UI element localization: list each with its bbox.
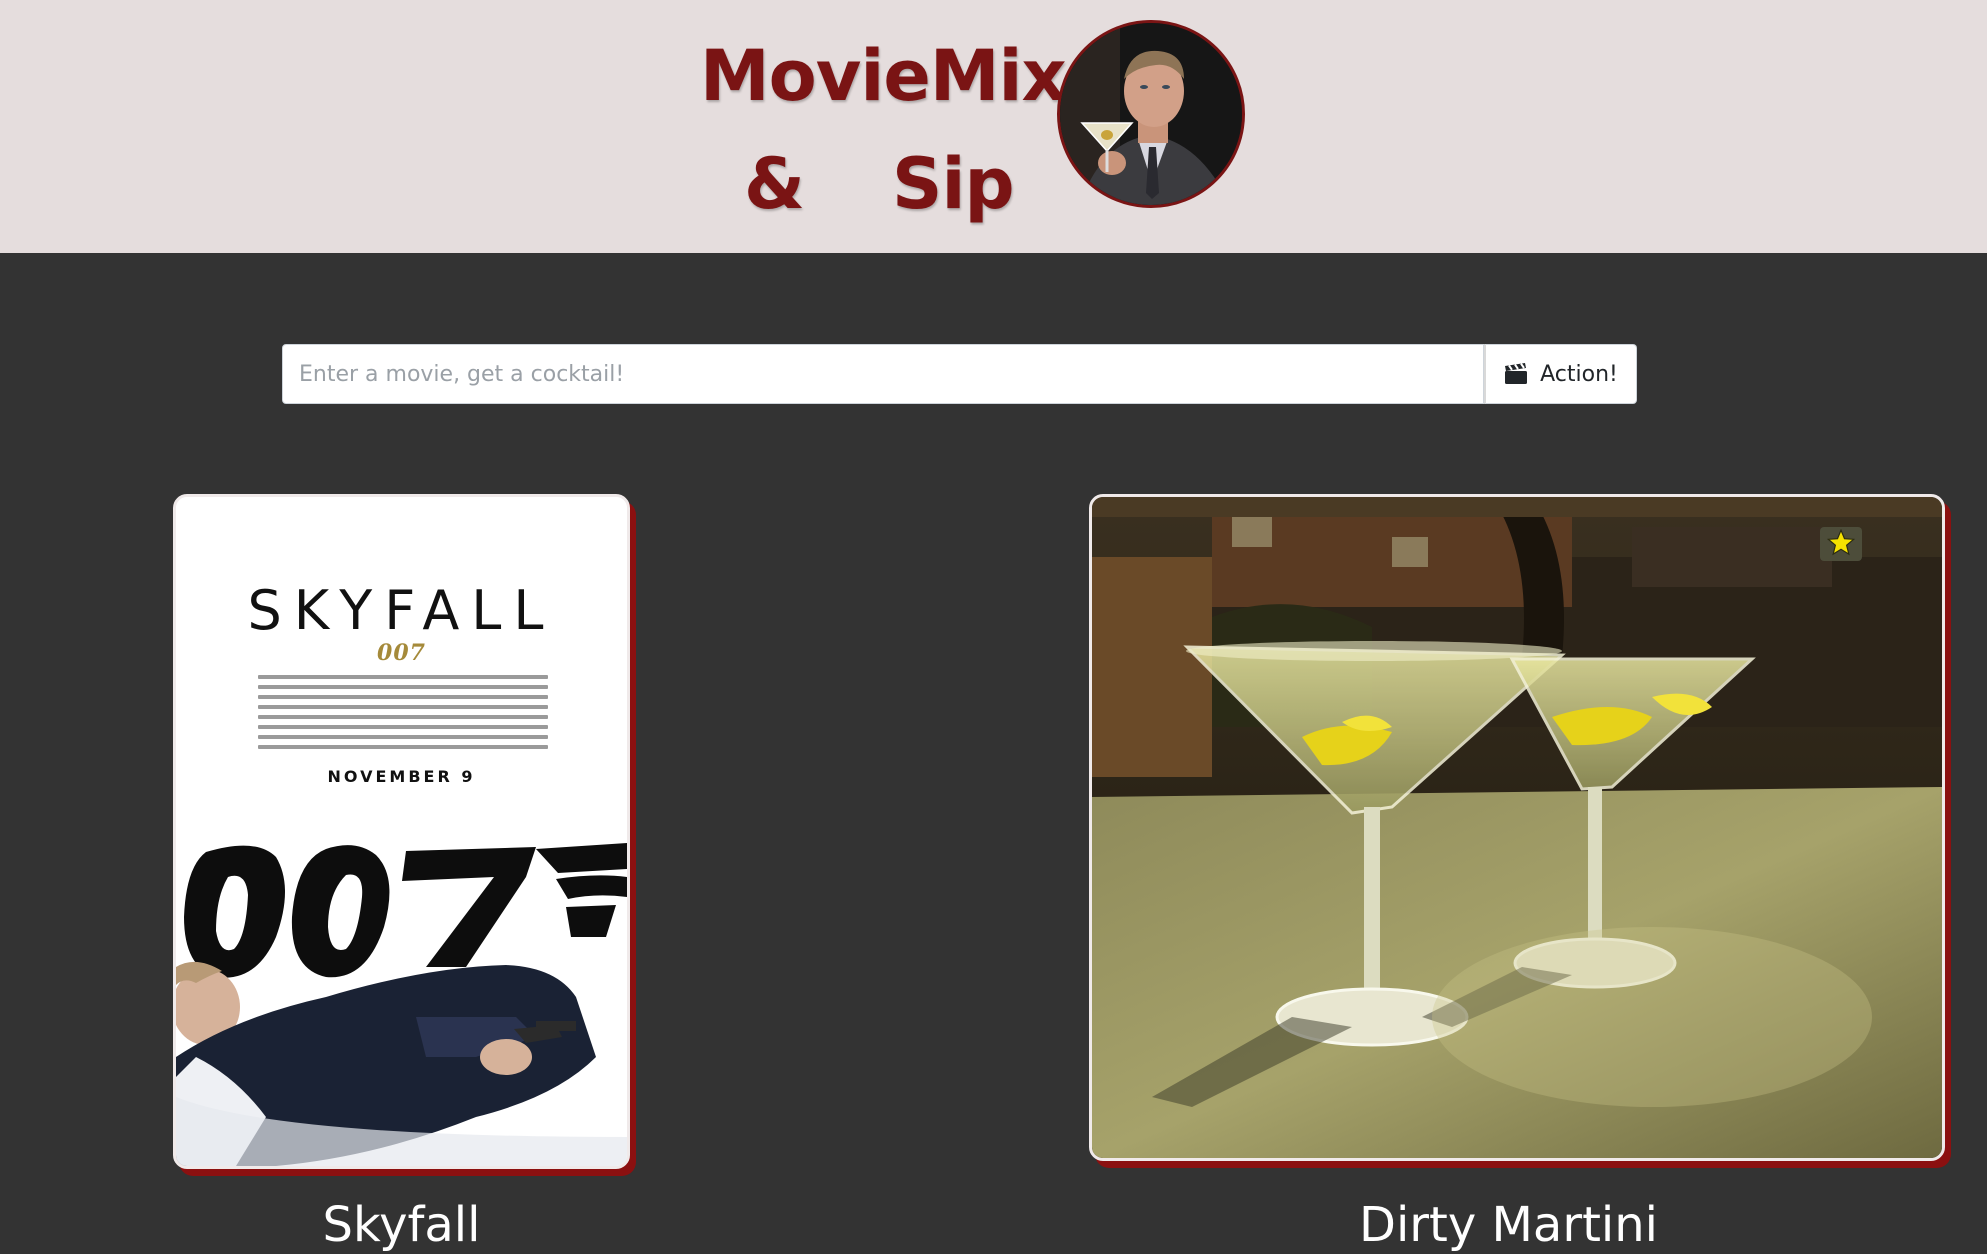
action-button-label: Action!: [1540, 361, 1618, 387]
brand-title-line1: MovieMix: [700, 35, 1067, 117]
favorite-button[interactable]: [1820, 527, 1862, 561]
poster-release-date: NOVEMBER 9: [327, 767, 476, 786]
star-icon: [1826, 528, 1856, 559]
brand-sip: Sip: [892, 143, 1015, 225]
clapperboard-icon: [1504, 363, 1528, 385]
brand-ampersand: &: [744, 143, 805, 225]
page: MovieMix & Sip Enter a movie, get a cock…: [0, 0, 1987, 1254]
search-bar: Action!: [282, 344, 1637, 404]
movie-title: Skyfall: [322, 1197, 481, 1253]
poster-headline: SKYFALL: [247, 579, 556, 642]
brand-title-line2: & Sip: [700, 130, 1030, 238]
poster-subline: 007: [377, 640, 426, 666]
site-header: MovieMix & Sip: [0, 0, 1987, 253]
brand-avatar: [1057, 20, 1245, 208]
movie-poster-card[interactable]: SKYFALL 007 NOVEMBER 9: [173, 494, 630, 1169]
cocktail-image: [1092, 497, 1942, 1158]
cocktail-title: Dirty Martini: [1359, 1197, 1658, 1253]
avatar-photo: [1060, 23, 1242, 205]
brand-title: MovieMix & Sip: [700, 22, 1067, 238]
cocktail-card[interactable]: [1089, 494, 1945, 1161]
poster-credits: [258, 675, 548, 755]
movie-search-input[interactable]: [282, 344, 1484, 404]
action-button[interactable]: Action!: [1484, 344, 1637, 404]
